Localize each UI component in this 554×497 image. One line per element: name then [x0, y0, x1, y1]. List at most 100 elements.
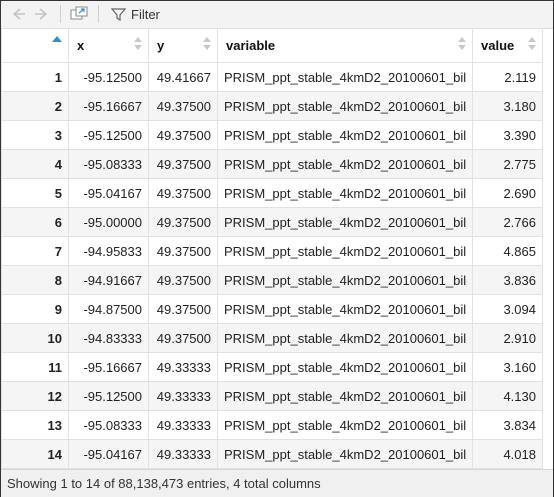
cell-y: 49.37500	[148, 178, 218, 208]
arrow-left-icon[interactable]	[11, 6, 27, 22]
cell-variable: PRISM_ppt_stable_4kmD2_20100601_bil	[217, 439, 473, 469]
cell-value: 2.690	[472, 178, 543, 208]
cell-x: -94.95833	[68, 236, 149, 266]
cell-value: 2.119	[472, 62, 543, 92]
cell-y: 49.37500	[148, 236, 218, 266]
cell-y: 49.33333	[148, 352, 218, 382]
cell-value: 3.094	[472, 294, 543, 324]
toolbar: Filter	[1, 1, 553, 29]
cell-x: -95.04167	[68, 439, 149, 469]
table-row[interactable]: 6 -95.00000 49.37500 PRISM_ppt_stable_4kmD2…	[1, 207, 543, 237]
cell-variable: PRISM_ppt_stable_4kmD2_20100601_bil	[217, 381, 473, 411]
table-row[interactable]: 4 -95.08333 49.37500 PRISM_ppt_stable_4kmD2…	[1, 149, 543, 179]
column-header-label: x	[77, 38, 85, 53]
table-row[interactable]: 5 -95.04167 49.37500 PRISM_ppt_stable_4kmD2…	[1, 178, 543, 208]
cell-y: 49.41667	[148, 62, 218, 92]
sort-ascending-icon	[52, 36, 62, 42]
table-row[interactable]: 11 -95.16667 49.33333 PRISM_ppt_stable_4kmD…	[1, 352, 543, 382]
cell-y: 49.33333	[148, 381, 218, 411]
toolbar-divider	[98, 5, 99, 23]
cell-x: -95.16667	[68, 352, 149, 382]
toolbar-divider	[60, 5, 61, 23]
table-body: 1 -95.12500 49.41667 PRISM_ppt_stable_4kmD2…	[1, 62, 543, 469]
cell-variable: PRISM_ppt_stable_4kmD2_20100601_bil	[217, 62, 473, 92]
cell-y: 49.33333	[148, 439, 218, 469]
cell-x: -94.91667	[68, 265, 149, 295]
cell-y: 49.37500	[148, 294, 218, 324]
row-number: 7	[1, 236, 69, 266]
row-number: 13	[1, 410, 69, 440]
column-header-value[interactable]: value	[472, 28, 543, 63]
cell-x: -95.12500	[68, 62, 149, 92]
cell-value: 3.390	[472, 120, 543, 150]
cell-x: -95.00000	[68, 207, 149, 237]
table-row[interactable]: 10 -94.83333 49.37500 PRISM_ppt_stable_4kmD…	[1, 323, 543, 353]
table-row[interactable]: 13 -95.08333 49.33333 PRISM_ppt_stable_4kmD…	[1, 410, 543, 440]
cell-variable: PRISM_ppt_stable_4kmD2_20100601_bil	[217, 178, 473, 208]
cell-variable: PRISM_ppt_stable_4kmD2_20100601_bil	[217, 207, 473, 237]
cell-x: -94.87500	[68, 294, 149, 324]
row-number: 14	[1, 439, 69, 469]
cell-x: -95.08333	[68, 410, 149, 440]
cell-value: 3.180	[472, 91, 543, 121]
cell-x: -95.16667	[68, 91, 149, 121]
header-row: x y variable value	[1, 28, 543, 63]
funnel-icon	[111, 8, 126, 22]
column-header-label: value	[481, 38, 515, 53]
cell-variable: PRISM_ppt_stable_4kmD2_20100601_bil	[217, 410, 473, 440]
table-row[interactable]: 8 -94.91667 49.37500 PRISM_ppt_stable_4kmD2…	[1, 265, 543, 295]
sort-arrows-icon	[134, 37, 142, 51]
table-row[interactable]: 7 -94.95833 49.37500 PRISM_ppt_stable_4kmD2…	[1, 236, 543, 266]
filter-label: Filter	[131, 7, 160, 22]
cell-x: -95.08333	[68, 149, 149, 179]
table-row[interactable]: 1 -95.12500 49.41667 PRISM_ppt_stable_4kmD2…	[1, 62, 543, 92]
cell-value: 4.865	[472, 236, 543, 266]
sort-arrows-icon	[458, 37, 466, 51]
popout-window-icon[interactable]	[69, 6, 89, 22]
sort-arrows-icon	[203, 37, 211, 51]
row-number: 6	[1, 207, 69, 237]
row-number: 12	[1, 381, 69, 411]
cell-variable: PRISM_ppt_stable_4kmD2_20100601_bil	[217, 149, 473, 179]
table-row[interactable]: 14 -95.04167 49.33333 PRISM_ppt_stable_4kmD…	[1, 439, 543, 469]
cell-value: 4.130	[472, 381, 543, 411]
status-bar: Showing 1 to 14 of 88,138,473 entries, 4…	[1, 469, 553, 497]
cell-x: -94.83333	[68, 323, 149, 353]
column-header-label: variable	[226, 38, 276, 53]
cell-y: 49.37500	[148, 120, 218, 150]
row-number: 11	[1, 352, 69, 382]
row-number: 8	[1, 265, 69, 295]
column-header-rownames[interactable]	[1, 28, 69, 63]
table-row[interactable]: 2 -95.16667 49.37500 PRISM_ppt_stable_4kmD2…	[1, 91, 543, 121]
cell-value: 2.775	[472, 149, 543, 179]
data-table-container: x y variable value 1 -95.12500 49.41667 …	[1, 28, 553, 469]
arrow-right-icon[interactable]	[33, 6, 49, 22]
data-table: x y variable value 1 -95.12500 49.41667 …	[1, 28, 543, 469]
cell-x: -95.12500	[68, 120, 149, 150]
table-row[interactable]: 9 -94.87500 49.37500 PRISM_ppt_stable_4kmD2…	[1, 294, 543, 324]
column-header-label: y	[157, 38, 165, 53]
cell-variable: PRISM_ppt_stable_4kmD2_20100601_bil	[217, 91, 473, 121]
cell-y: 49.33333	[148, 410, 218, 440]
table-row[interactable]: 3 -95.12500 49.37500 PRISM_ppt_stable_4kmD2…	[1, 120, 543, 150]
cell-value: 2.766	[472, 207, 543, 237]
cell-variable: PRISM_ppt_stable_4kmD2_20100601_bil	[217, 236, 473, 266]
column-header-y[interactable]: y	[148, 28, 218, 63]
cell-variable: PRISM_ppt_stable_4kmD2_20100601_bil	[217, 352, 473, 382]
cell-value: 2.910	[472, 323, 543, 353]
cell-variable: PRISM_ppt_stable_4kmD2_20100601_bil	[217, 265, 473, 295]
sort-arrows-icon	[528, 37, 536, 51]
table-row[interactable]: 12 -95.12500 49.33333 PRISM_ppt_stable_4kmD…	[1, 381, 543, 411]
cell-y: 49.37500	[148, 149, 218, 179]
column-header-x[interactable]: x	[68, 28, 149, 63]
cell-variable: PRISM_ppt_stable_4kmD2_20100601_bil	[217, 120, 473, 150]
column-header-variable[interactable]: variable	[217, 28, 473, 63]
cell-x: -95.12500	[68, 381, 149, 411]
row-number: 9	[1, 294, 69, 324]
cell-x: -95.04167	[68, 178, 149, 208]
cell-y: 49.37500	[148, 323, 218, 353]
cell-value: 3.160	[472, 352, 543, 382]
cell-y: 49.37500	[148, 207, 218, 237]
entries-summary: Showing 1 to 14 of 88,138,473 entries, 4…	[7, 476, 321, 491]
cell-value: 3.834	[472, 410, 543, 440]
